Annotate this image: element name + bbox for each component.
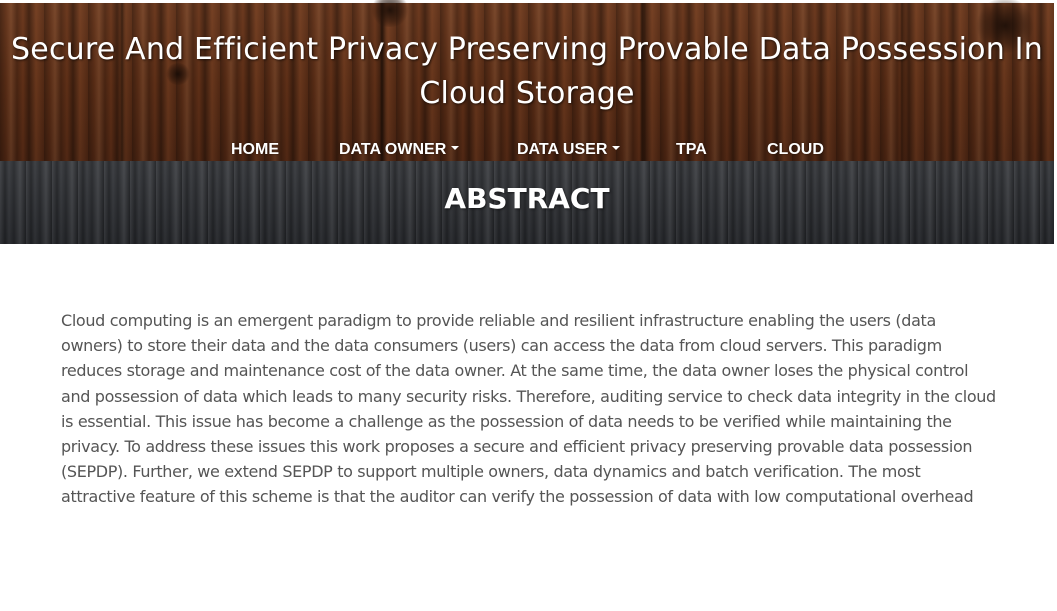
nav-tpa-link[interactable]: TPA [676,139,707,161]
nav-home-link[interactable]: HOME [231,139,279,161]
nav-item-label: CLOUD [767,141,824,158]
wood-knot-decoration [370,0,410,27]
nav-cloud-link[interactable]: CLOUD [767,139,824,161]
caret-down-icon [451,145,460,150]
nav-item-label: DATA USER [517,141,608,158]
nav-item-label: TPA [676,141,707,158]
nav-item-label: DATA OWNER [339,141,447,158]
site-title: Secure And Efficient Privacy Preserving … [11,32,1043,111]
nav-data-user-dropdown[interactable]: DATA USER [517,139,621,161]
abstract-paragraph: Cloud computing is an emergent paradigm … [61,311,996,507]
nav-data-owner-dropdown[interactable]: DATA OWNER [339,139,460,161]
caret-down-icon [612,145,621,150]
site-header: Secure And Efficient Privacy Preserving … [0,0,1054,161]
page-title: ABSTRACT [444,182,610,215]
page: Secure And Efficient Privacy Preserving … [0,0,1057,611]
page-banner: ABSTRACT [0,161,1054,244]
main-nav: HOME DATA OWNER DATA USER TPA CLOUD [0,139,1054,161]
nav-item-label: HOME [231,141,279,158]
